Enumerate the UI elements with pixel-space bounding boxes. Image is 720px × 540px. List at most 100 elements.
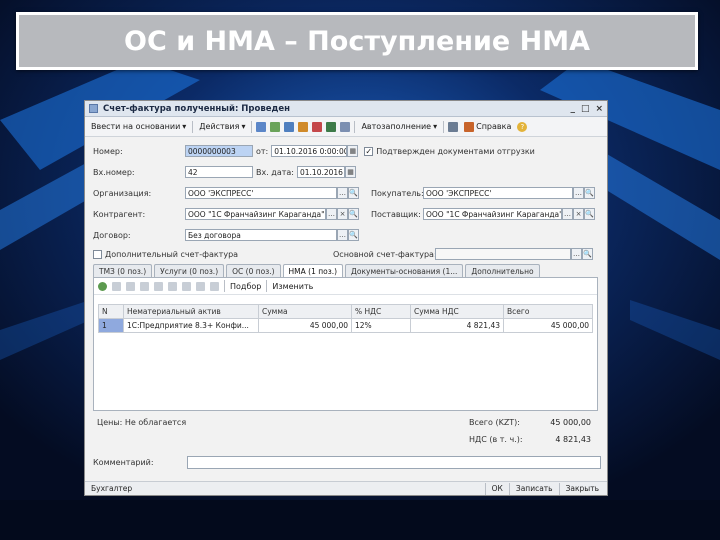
column-header-total[interactable]: Всего (503, 304, 593, 319)
cell-sum[interactable]: 45 000,00 (258, 318, 352, 333)
total-label: Всего (KZT): (469, 418, 520, 427)
table-row[interactable]: 1 1С:Предприятие 8.3+ Конфи... 45 000,00… (98, 318, 593, 333)
chevron-down-icon: ▾ (241, 122, 246, 131)
cell-asset[interactable]: 1С:Предприятие 8.3+ Конфи... (123, 318, 259, 333)
search-icon[interactable]: 🔍 (584, 187, 595, 199)
toolbar-separator (224, 280, 225, 292)
post-document-icon[interactable] (256, 121, 267, 132)
vat-label: НДС (в т. ч.): (469, 435, 523, 444)
confirm-checkbox[interactable]: ✓ (364, 146, 374, 156)
document-tabs: ТМЗ (0 поз.) Услуги (0 поз.) ОС (0 поз.)… (93, 264, 540, 278)
tab-fixed-assets[interactable]: ОС (0 поз.) (226, 264, 281, 278)
tab-tmz[interactable]: ТМЗ (0 поз.) (93, 264, 153, 278)
comment-label: Комментарий: (93, 458, 154, 467)
close-button[interactable]: × (595, 104, 603, 114)
ellipsis-icon[interactable]: … (571, 248, 582, 260)
cell-vat-sum[interactable]: 4 821,43 (410, 318, 504, 333)
org-field[interactable]: ООО 'ЭКСПРЕСС' (185, 187, 337, 199)
maximize-button[interactable]: □ (581, 104, 590, 114)
cell-n[interactable]: 1 (98, 318, 124, 333)
tab-base-documents[interactable]: Документы-основания (1... (345, 264, 464, 278)
movements-icon[interactable] (312, 121, 323, 132)
search-icon[interactable]: 🔍 (348, 187, 359, 199)
cell-vat-rate[interactable]: 12% (351, 318, 411, 333)
toolbar-separator (443, 120, 445, 133)
tab-additional[interactable]: Дополнительно (465, 264, 540, 278)
contractor-row: Контрагент: ООО "1С Франчайзинг Караганд… (93, 208, 595, 220)
intangible-assets-panel: Подбор Изменить N Нематериальный актив С… (93, 277, 598, 411)
sort-ascending-icon[interactable] (196, 281, 205, 291)
change-button[interactable]: Изменить (272, 282, 313, 291)
from-date-field[interactable]: 01.10.2016 0:00:00 (271, 145, 348, 157)
delete-row-icon[interactable] (140, 281, 149, 291)
search-icon[interactable]: 🔍 (584, 208, 595, 220)
close-form-button[interactable]: Закрыть (560, 484, 601, 493)
edit-row-icon[interactable] (126, 281, 135, 291)
ellipsis-icon[interactable]: … (562, 208, 573, 220)
selection-button[interactable]: Подбор (230, 282, 261, 291)
actions-button[interactable]: Действия ▾ (197, 121, 247, 132)
calculator-icon[interactable] (448, 121, 459, 132)
supplier-field[interactable]: ООО "1С Франчайзинг Караганда" (423, 208, 562, 220)
search-icon[interactable]: 🔍 (348, 229, 359, 241)
save-button[interactable]: Записать (510, 484, 559, 493)
column-header-n[interactable]: N (98, 304, 124, 319)
total-row: Всего (KZT): 45 000,00 (469, 418, 591, 427)
calendar-icon[interactable]: ▦ (345, 166, 356, 178)
ellipsis-icon[interactable]: … (337, 229, 348, 241)
ellipsis-icon[interactable]: … (573, 187, 584, 199)
in-date-field[interactable]: 01.10.2016 (297, 166, 345, 178)
additional-invoice-checkbox[interactable] (93, 249, 102, 259)
autofill-button[interactable]: Автозаполнение ▾ (359, 121, 439, 132)
ok-button[interactable]: ОК (486, 484, 509, 493)
window-title: Счет-фактура полученный: Проведен (103, 103, 290, 114)
price-label[interactable]: Цены: Не облагается (97, 418, 186, 427)
invoice-window: Счет-фактура полученный: Проведен _ □ × … (84, 100, 608, 496)
cell-total[interactable]: 45 000,00 (503, 318, 593, 333)
vat-value: 4 821,43 (555, 435, 591, 444)
incoming-number-row: Вх.номер: 42 Вх. дата: 01.10.2016 ▦ (93, 166, 356, 178)
column-header-asset[interactable]: Нематериальный актив (123, 304, 259, 319)
copy-row-icon[interactable] (112, 281, 121, 291)
save-icon[interactable] (270, 121, 281, 132)
window-titlebar[interactable]: Счет-фактура полученный: Проведен _ □ × (85, 101, 607, 117)
tab-services[interactable]: Услуги (0 поз.) (154, 264, 225, 278)
ellipsis-icon[interactable]: … (326, 208, 337, 220)
contract-label: Договор: (93, 230, 131, 240)
calendar-icon[interactable]: ▦ (347, 145, 359, 157)
in-number-field[interactable]: 42 (185, 166, 253, 178)
column-header-sum[interactable]: Сумма (258, 304, 352, 319)
help-button[interactable]: Справка (462, 121, 513, 133)
report-icon[interactable] (326, 121, 337, 132)
clear-icon[interactable]: × (573, 208, 584, 220)
minimize-button[interactable]: _ (570, 104, 575, 114)
buyer-label: Покупатель: (371, 188, 424, 198)
move-down-icon[interactable] (182, 281, 191, 291)
tab-intangible-assets[interactable]: НМА (1 поз.) (282, 264, 344, 278)
question-icon[interactable]: ? (517, 121, 528, 132)
contract-field[interactable]: Без договора (185, 229, 337, 241)
sort-descending-icon[interactable] (210, 281, 219, 291)
ellipsis-icon[interactable]: … (337, 187, 348, 199)
confirm-label: Подтвержден документами отгрузки (376, 146, 535, 156)
search-icon[interactable]: 🔍 (582, 248, 593, 260)
structure-icon[interactable] (298, 121, 309, 132)
search-icon[interactable]: 🔍 (348, 208, 359, 220)
comment-field[interactable] (187, 456, 601, 469)
column-header-vat-sum[interactable]: Сумма НДС (410, 304, 504, 319)
toolbar-separator (192, 120, 194, 133)
clear-icon[interactable]: × (337, 208, 348, 220)
contractor-field[interactable]: ООО "1С Франчайзинг Караганда" (185, 208, 326, 220)
end-edit-icon[interactable] (154, 281, 163, 291)
add-row-icon[interactable] (98, 281, 107, 291)
number-field[interactable]: 0000000003 (185, 145, 253, 157)
move-up-icon[interactable] (168, 281, 177, 291)
list-icon[interactable] (340, 121, 351, 132)
column-header-vat-rate[interactable]: % НДС (351, 304, 411, 319)
fill-based-on-button[interactable]: Ввести на основании ▾ (89, 121, 188, 132)
main-invoice-field[interactable] (435, 248, 571, 260)
organization-row: Организация: ООО 'ЭКСПРЕСС' … 🔍 Покупате… (93, 187, 595, 199)
print-preview-icon[interactable] (284, 121, 295, 132)
org-label: Организация: (93, 188, 152, 198)
buyer-field[interactable]: ООО 'ЭКСПРЕСС' (423, 187, 573, 199)
